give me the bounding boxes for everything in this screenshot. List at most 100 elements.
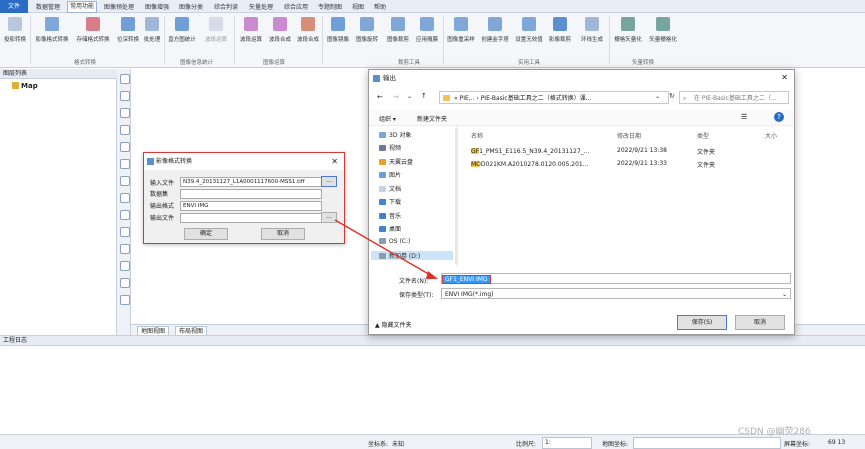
view-options-icon[interactable]: ☰ <box>741 113 747 121</box>
tree-item-music[interactable]: 音乐 <box>379 211 401 220</box>
group-stats-label: 图像信息统计 <box>180 60 214 66</box>
menu-applications[interactable]: 综合应用 <box>284 2 308 11</box>
tree-item-videos[interactable]: 视频 <box>379 143 401 152</box>
image-mirror-button[interactable]: 图像镜像 <box>324 15 352 57</box>
output-save-dialog: 输出 ✕ ← → ⌄ ↑ « PIE... › PIE-Basic基础工具之二（… <box>368 69 795 335</box>
download-icon <box>379 199 386 205</box>
tree-item-d-drive[interactable]: 新加卷 (D:) <box>371 251 453 260</box>
file-row[interactable]: GF1_PMS1_E116.5_N39.4_20131127_... 2022/… <box>459 146 789 156</box>
tree-item-c-drive[interactable]: OS (C:) <box>379 238 410 245</box>
resample-button[interactable]: 图像重采样 <box>445 15 477 57</box>
chevron-down-icon[interactable]: ⌄ <box>407 93 412 100</box>
tree-item-downloads[interactable]: 下载 <box>379 197 401 206</box>
tree-scrollbar[interactable] <box>455 128 458 264</box>
menu-mapping[interactable]: 专题制图 <box>318 2 342 11</box>
full-extent-icon[interactable] <box>120 125 130 135</box>
coord-sys-label: 坐标系: <box>368 441 389 448</box>
up-icon[interactable]: ↑ <box>421 92 427 100</box>
filetype-select[interactable]: ENVI IMG(*.img) ⌄ <box>441 288 791 299</box>
forward-icon[interactable]: → <box>393 93 399 101</box>
histogram-icon <box>175 17 189 31</box>
menu-vector[interactable]: 矢量处理 <box>249 2 273 11</box>
tree-item-pictures[interactable]: 图片 <box>379 170 401 179</box>
menu-data-management[interactable]: 数据管理 <box>36 2 60 11</box>
address-bar[interactable]: « PIE... › PIE-Basic基础工具之二（格式转换）课... <box>439 91 669 104</box>
vector-to-raster-button[interactable]: 矢量栅格化 <box>646 15 680 57</box>
page-icon[interactable] <box>120 261 130 271</box>
batch-button[interactable]: 批处理 <box>141 15 163 57</box>
cancel-button[interactable]: 取消 <box>261 228 305 240</box>
dataset-select[interactable] <box>180 189 322 199</box>
projection-button[interactable]: 投影转换 <box>2 15 28 57</box>
new-folder-button[interactable]: 新建文件夹 <box>417 114 447 123</box>
image-cut-button[interactable]: 影像裁剪 <box>546 15 574 57</box>
tree-item-3d[interactable]: 3D 对象 <box>379 130 411 139</box>
swipe-icon[interactable] <box>120 227 130 237</box>
scale-input[interactable]: 1: <box>542 437 592 449</box>
ok-button[interactable]: 确定 <box>184 228 228 240</box>
image-format-button[interactable]: 影像格式转换 <box>33 15 71 57</box>
hide-folders-toggle[interactable]: ▲ 隐藏文件夹 <box>375 320 412 329</box>
crosshair-icon[interactable] <box>120 210 130 220</box>
filename-input[interactable]: GF1_ENVI IMG <box>441 273 791 284</box>
search-input[interactable]: ⌕ 在 PIE-Basic基础工具之二（... <box>679 91 789 104</box>
zoom-out-icon[interactable] <box>120 91 130 101</box>
refresh-icon[interactable]: ↻ <box>669 92 675 100</box>
band-calc-disabled-button: 波段运算 <box>199 15 233 57</box>
menu-common-functions[interactable]: 常用功能 <box>67 1 98 13</box>
tree-item-cloud[interactable]: 天翼云盘 <box>379 157 413 166</box>
page3-icon[interactable] <box>120 295 130 305</box>
zoom-fixed-icon[interactable] <box>120 108 130 118</box>
browse-output-button[interactable]: ... <box>321 212 337 223</box>
image-clip-button[interactable]: 图像裁剪 <box>384 15 412 57</box>
histogram-button[interactable]: 直方图统计 <box>166 15 198 57</box>
select-icon[interactable] <box>120 176 130 186</box>
apply-mask-button[interactable]: 应用掩膜 <box>413 15 441 57</box>
organize-button[interactable]: 组织 ▾ <box>379 114 396 123</box>
menu-classification[interactable]: 图像分类 <box>179 2 203 11</box>
group-util-label: 实用工具 <box>518 60 541 66</box>
browse-input-button[interactable]: ... <box>321 176 337 187</box>
file-menu[interactable]: 文件 <box>0 0 28 13</box>
triangle-icon[interactable] <box>120 244 130 254</box>
input-file-field[interactable]: N39.4_20131127_L1A0001117600-MSS1.tiff <box>180 177 322 187</box>
column-size[interactable]: 大小 <box>765 131 777 140</box>
menu-preprocessing[interactable]: 图像预处理 <box>104 2 134 11</box>
band-math-button[interactable]: 波段运算 <box>237 15 265 57</box>
file-row[interactable]: MOD021KM.A2010278.0120.005.201... 2022/9… <box>459 159 789 169</box>
storage-format-button[interactable]: 存储格式转换 <box>73 15 113 57</box>
measure-icon[interactable] <box>120 193 130 203</box>
close-icon[interactable]: ✕ <box>781 70 788 86</box>
ring-generate-button[interactable]: 环线生成 <box>577 15 607 57</box>
identify-icon[interactable] <box>120 159 130 169</box>
chevron-down-icon[interactable]: ⌄ <box>655 93 660 100</box>
menu-enhancement[interactable]: 图像增强 <box>145 2 169 11</box>
nodata-button[interactable]: 设置无效值 <box>513 15 545 57</box>
zoom-in-icon[interactable] <box>120 74 130 84</box>
image-rotate-button[interactable]: 图像旋转 <box>353 15 381 57</box>
pan-icon[interactable] <box>120 142 130 152</box>
menu-interpretation[interactable]: 综合判读 <box>214 2 238 11</box>
dialog-cancel-button[interactable]: 取消 <box>735 315 785 330</box>
tree-item-desktop[interactable]: 桌面 <box>379 224 401 233</box>
output-format-select[interactable]: ENVI IMG <box>180 201 322 211</box>
band-composite-button[interactable]: 波段合成 <box>266 15 294 57</box>
menu-help[interactable]: 帮助 <box>374 2 386 11</box>
tree-item-documents[interactable]: 文档 <box>379 184 401 193</box>
layer-tree-root[interactable]: Map <box>12 82 38 90</box>
column-name[interactable]: 名称 <box>471 131 483 140</box>
column-date[interactable]: 修改日期 <box>617 131 641 140</box>
pyramid-button[interactable]: 创建金字塔 <box>479 15 511 57</box>
raster-to-vector-button[interactable]: 栅格矢量化 <box>611 15 645 57</box>
menu-view[interactable]: 视图 <box>352 2 364 11</box>
output-file-field[interactable] <box>180 213 322 223</box>
column-type[interactable]: 类型 <box>697 131 709 140</box>
help-icon[interactable]: ? <box>774 112 784 122</box>
bit-depth-button[interactable]: 位深转换 <box>115 15 141 57</box>
back-icon[interactable]: ← <box>377 93 383 101</box>
page2-icon[interactable] <box>120 278 130 288</box>
close-icon[interactable]: ✕ <box>331 153 338 170</box>
band-merge-button[interactable]: 波段合成 <box>296 15 320 57</box>
save-button[interactable]: 保存(S) <box>677 315 727 330</box>
band-merge-icon <box>301 17 315 31</box>
